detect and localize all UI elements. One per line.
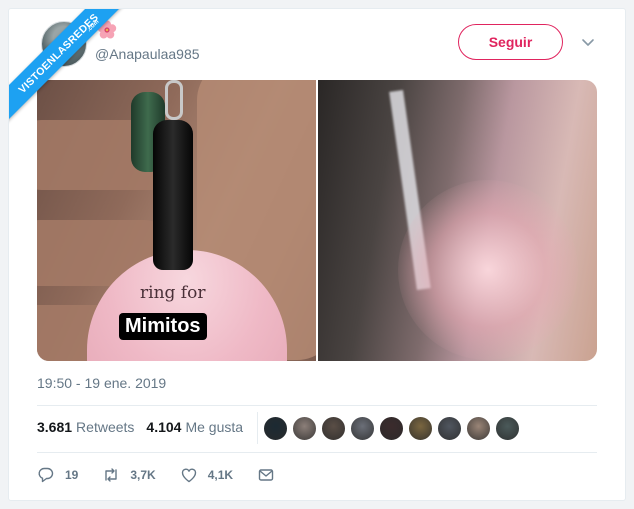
divider [37, 452, 597, 453]
liker-avatars [263, 416, 520, 441]
divider [257, 412, 258, 444]
liker-avatar[interactable] [321, 416, 346, 441]
like-count: 4,1K [207, 468, 234, 482]
retweet-icon [105, 468, 118, 482]
reply-icon [38, 467, 54, 483]
mail-icon [258, 469, 274, 481]
watermark-ribbon: VISTOENLASREDES .com [9, 9, 139, 139]
liker-avatar[interactable] [408, 416, 433, 441]
liker-avatar[interactable] [350, 416, 375, 441]
meme-caption: Mimitos [119, 313, 207, 340]
liker-avatar[interactable] [263, 416, 288, 441]
heart-icon [181, 468, 196, 483]
like-button[interactable]: 4,1K [180, 466, 233, 484]
tweet-actions: 19 3,7K 4,1K [37, 466, 309, 484]
keychain-ring [165, 80, 183, 120]
retweet-button[interactable]: 3,7K [102, 466, 156, 484]
photo-blurred-bell[interactable] [318, 80, 597, 361]
liker-avatar[interactable] [292, 416, 317, 441]
divider [37, 405, 597, 406]
liker-avatar[interactable] [437, 416, 462, 441]
tweet-stats: 3.681 Retweets 4.104 Me gusta [37, 419, 243, 435]
tweet-timestamp[interactable]: 19:50 - 19 ene. 2019 [37, 375, 166, 391]
retweet-count: 3,7K [130, 468, 156, 482]
direct-message-button[interactable] [257, 466, 285, 484]
reply-count: 19 [65, 468, 79, 482]
retweets-stat[interactable]: 3.681 Retweets [37, 419, 134, 435]
liker-avatar[interactable] [495, 416, 520, 441]
reply-button[interactable]: 19 [37, 466, 78, 484]
chevron-down-icon[interactable] [581, 35, 595, 49]
liker-avatar[interactable] [466, 416, 491, 441]
liker-avatar[interactable] [379, 416, 404, 441]
follow-button[interactable]: Seguir [458, 24, 563, 60]
bell-inscription: ring for [140, 283, 206, 303]
bell-handle [153, 120, 193, 270]
tweet-card: VISTOENLASREDES .com @Anapaulaa985 Segui… [8, 8, 626, 501]
likes-stat[interactable]: 4.104 Me gusta [146, 419, 243, 435]
